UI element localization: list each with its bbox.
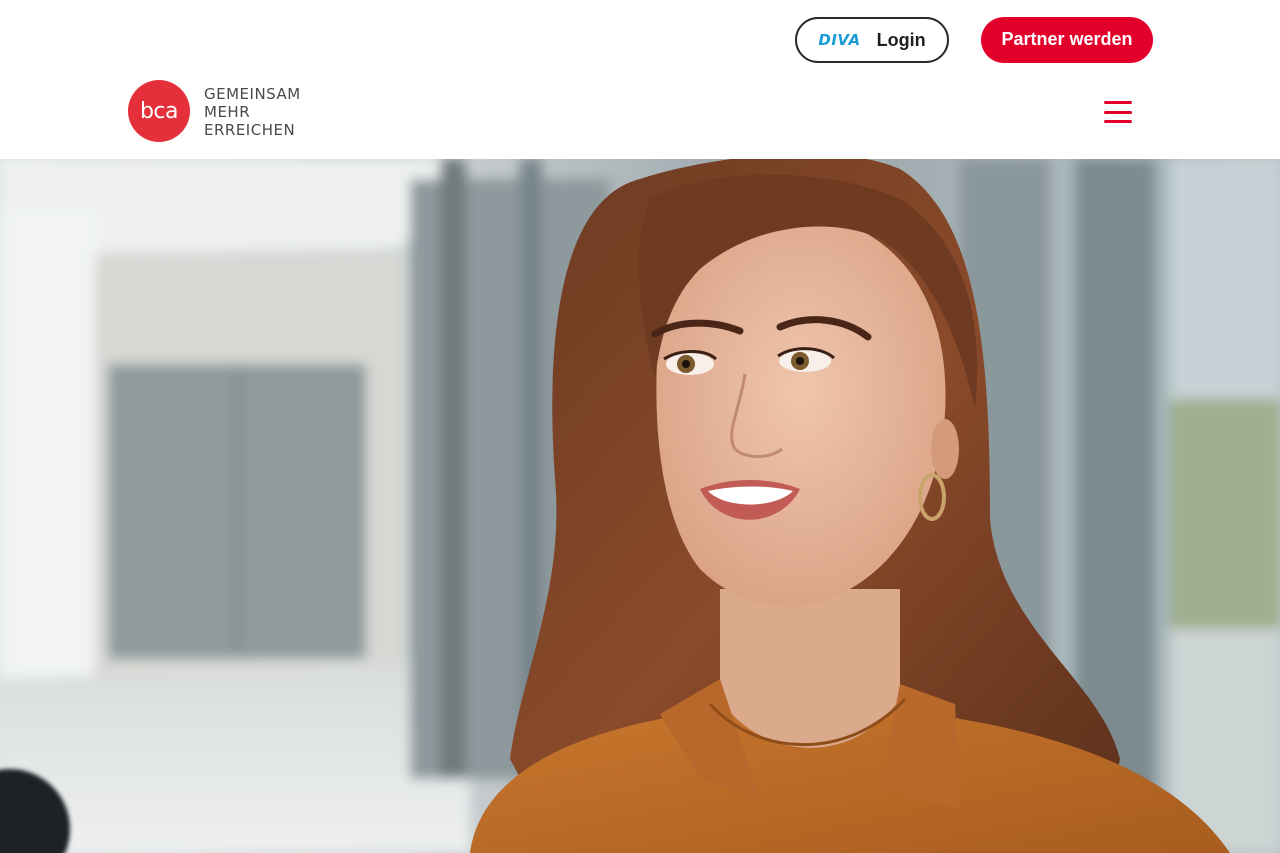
- brand-logo-link[interactable]: bca GEMEINSAM MEHR ERREICHEN: [128, 80, 301, 142]
- login-label: Login: [876, 29, 926, 50]
- bca-logo: bca: [128, 80, 190, 142]
- hamburger-menu-icon[interactable]: [1104, 101, 1132, 123]
- brand-tagline: GEMEINSAM MEHR ERREICHEN: [204, 85, 301, 139]
- partner-werden-button[interactable]: Partner werden: [981, 17, 1153, 63]
- hamburger-line: [1104, 120, 1132, 123]
- hero-section: [0, 159, 1280, 853]
- tagline-line-2: MEHR: [204, 103, 251, 121]
- tagline-line-1: GEMEINSAM: [204, 85, 301, 103]
- hamburger-line: [1104, 101, 1132, 104]
- top-actions: DIVA Login Partner werden: [795, 17, 1153, 63]
- diva-login-button[interactable]: DIVA Login: [795, 17, 949, 63]
- hamburger-line: [1104, 110, 1132, 114]
- diva-logo: DIVA: [818, 31, 861, 49]
- tagline-line-3: ERREICHEN: [204, 121, 296, 139]
- hero-image: [0, 159, 1280, 853]
- page: DIVA Login Partner werden bca GEMEINSAM …: [0, 0, 1280, 853]
- site-header: DIVA Login Partner werden bca GEMEINSAM …: [0, 0, 1280, 159]
